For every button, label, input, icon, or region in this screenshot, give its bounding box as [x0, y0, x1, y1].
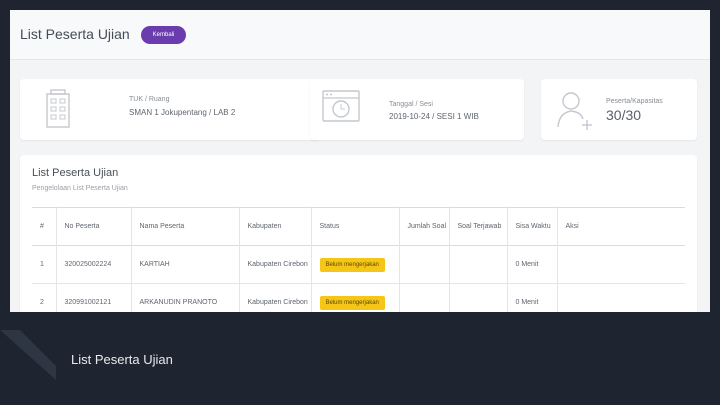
col-status: Status: [311, 207, 400, 246]
cell-soal-terjawab: [449, 283, 508, 312]
col-sisa-waktu: Sisa Waktu: [507, 207, 558, 246]
participants-label: Peserta/Kapasitas: [606, 98, 663, 105]
cell-number: 2: [32, 283, 57, 312]
cell-sisa-waktu: 0 Menit: [507, 245, 558, 284]
col-number: #: [32, 207, 57, 246]
room-value: SMAN 1 Jokupentang / LAB 2: [129, 108, 236, 117]
col-soal-terjawab: Soal Terjawab: [449, 207, 508, 246]
back-button[interactable]: Kembali: [141, 26, 186, 44]
cell-no-peserta: 320991002121: [56, 283, 132, 312]
participants-value: 30/30: [606, 107, 642, 123]
cell-status: Belum mengerjakan: [311, 283, 400, 312]
calendar-clock-icon: [322, 90, 360, 122]
col-no-peserta: No Peserta: [56, 207, 132, 246]
session-card: Tanggal / Sesi 2019-10-24 / SESI 1 WIB: [310, 79, 524, 140]
table-row: 2 320991002121 ARKANUDIN PRANOTO Kabupat…: [32, 283, 685, 313]
cell-kabupaten: Kabupaten Cirebon: [239, 283, 312, 312]
status-badge: Belum mengerjakan: [319, 257, 385, 272]
table-row: 1 320025002224 KARTIAH Kabupaten Cirebon…: [32, 245, 685, 284]
room-label: TUK / Ruang: [129, 96, 170, 103]
participants-table: # No Peserta Nama Peserta Kabupaten Stat…: [32, 207, 685, 312]
col-kabupaten: Kabupaten: [239, 207, 312, 246]
status-badge: Belum mengerjakan: [319, 295, 385, 310]
col-jumlah-soal: Jumlah Soal: [399, 207, 450, 246]
session-value: 2019-10-24 / SESI 1 WIB: [389, 112, 479, 121]
cell-kabupaten: Kabupaten Cirebon: [239, 245, 312, 284]
room-card: TUK / Ruang SMAN 1 Jokupentang / LAB 2: [20, 79, 320, 140]
participants-card: Peserta/Kapasitas 30/30: [541, 79, 697, 140]
cell-soal-terjawab: [449, 245, 508, 284]
page-title: List Peserta Ujian: [20, 26, 130, 42]
cell-number: 1: [32, 245, 57, 284]
cell-nama: ARKANUDIN PRANOTO: [131, 283, 240, 312]
table-title: List Peserta Ujian: [32, 167, 119, 179]
add-user-icon: [557, 92, 592, 130]
slide-title: List Peserta Ujian: [71, 352, 173, 367]
cell-aksi[interactable]: [557, 246, 685, 284]
table-header-row: # No Peserta Nama Peserta Kabupaten Stat…: [32, 207, 685, 246]
cell-status: Belum mengerjakan: [311, 245, 400, 284]
col-aksi: Aksi: [565, 223, 579, 230]
cell-nama: KARTIAH: [131, 245, 240, 284]
table-subtitle: Pengelolaan List Peserta Ujian: [32, 185, 128, 192]
col-nama-peserta: Nama Peserta: [131, 207, 240, 246]
cell-aksi[interactable]: [557, 284, 685, 313]
cell-jumlah-soal: [399, 283, 450, 312]
session-label: Tanggal / Sesi: [389, 101, 433, 108]
app-screenshot: List Peserta Ujian Kembali TUK / Ruang S…: [10, 10, 710, 312]
cell-sisa-waktu: 0 Menit: [507, 283, 558, 312]
cell-jumlah-soal: [399, 245, 450, 284]
cell-no-peserta: 320025002224: [56, 245, 132, 284]
building-icon: [46, 89, 70, 128]
page-header: List Peserta Ujian Kembali: [10, 10, 710, 60]
participants-table-card: List Peserta Ujian Pengelolaan List Pese…: [20, 155, 697, 312]
decorative-chevron: [0, 330, 56, 380]
